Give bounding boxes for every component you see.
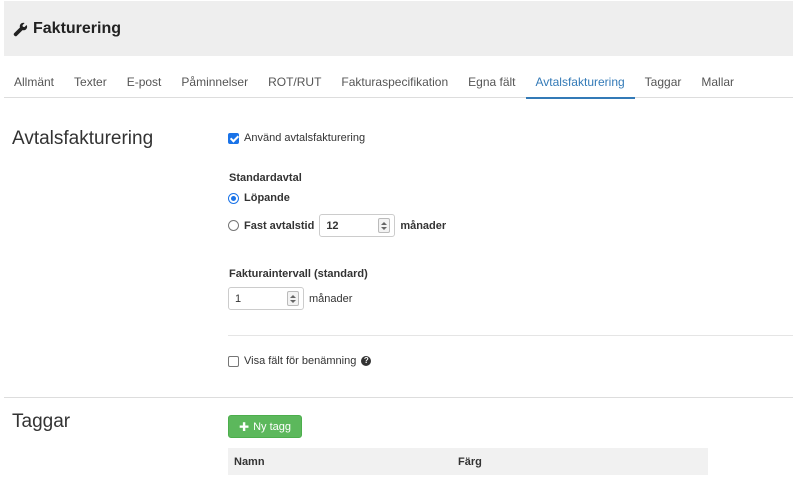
- tab-egna-falt[interactable]: Egna fält: [458, 64, 525, 98]
- new-tag-button-label: Ny tagg: [253, 420, 291, 433]
- fast-avtalstid-label: Fast avtalstid: [244, 219, 315, 232]
- page-header: Fakturering: [4, 1, 793, 56]
- use-avtal-row[interactable]: Använd avtalsfakturering: [228, 132, 365, 144]
- fakturaintervall-label: Fakturaintervall (standard): [229, 268, 368, 280]
- tab-paminnelser[interactable]: Påminnelser: [171, 64, 258, 98]
- fast-avtalstid-input[interactable]: 12: [319, 214, 396, 237]
- section-divider: [4, 397, 793, 398]
- plus-icon: ✚: [239, 419, 250, 434]
- tab-fakturaspecifikation[interactable]: Fakturaspecifikation: [331, 64, 458, 98]
- column-header-namn: Namn: [234, 455, 265, 468]
- lopande-row[interactable]: Löpande: [228, 192, 290, 204]
- lopande-radio[interactable]: [228, 192, 239, 204]
- stepper-icon[interactable]: [287, 291, 299, 306]
- fast-avtalstid-unit: månader: [400, 219, 447, 232]
- tab-rot-rut[interactable]: ROT/RUT: [258, 64, 331, 98]
- new-tag-button[interactable]: ✚ Ny tagg: [228, 415, 302, 438]
- fast-avtalstid-row: Fast avtalstid 12 månader: [228, 214, 446, 237]
- tags-table-header: Namn Färg: [228, 448, 708, 475]
- fast-avtalstid-radio[interactable]: [228, 220, 239, 231]
- lopande-label: Löpande: [244, 192, 290, 204]
- use-avtal-label: Använd avtalsfakturering: [244, 132, 366, 144]
- section-title-avtalsfakturering: Avtalsfakturering: [12, 128, 154, 149]
- divider: [228, 335, 793, 336]
- section-title-taggar: Taggar: [12, 411, 71, 432]
- fakturaintervall-input[interactable]: 1: [228, 287, 304, 310]
- stepper-icon[interactable]: [378, 218, 391, 233]
- page-title: Fakturering: [13, 20, 121, 38]
- fakturaintervall-value: 1: [235, 292, 242, 305]
- visa-falt-checkbox[interactable]: [228, 355, 239, 367]
- tab-allmant[interactable]: Allmänt: [4, 64, 64, 98]
- column-header-farg: Färg: [458, 455, 482, 468]
- visa-falt-row[interactable]: Visa fält för benämning ?: [228, 355, 372, 367]
- use-avtal-checkbox[interactable]: [228, 132, 239, 144]
- fast-avtalstid-value: 12: [326, 219, 339, 232]
- tab-bar: Allmänt Texter E-post Påminnelser ROT/RU…: [4, 64, 793, 99]
- question-icon[interactable]: ?: [361, 356, 372, 366]
- wrench-icon: [13, 22, 28, 36]
- tab-taggar[interactable]: Taggar: [635, 64, 692, 98]
- visa-falt-label: Visa fält för benämning: [244, 355, 357, 367]
- tab-avtalsfakturering[interactable]: Avtalsfakturering: [525, 64, 635, 99]
- fakturaintervall-unit: månader: [309, 292, 353, 305]
- page-title-text: Fakturering: [33, 20, 122, 37]
- fakturaintervall-row: 1 månader: [228, 287, 352, 310]
- tab-texter[interactable]: Texter: [64, 64, 117, 98]
- standardavtal-label: Standardavtal: [229, 172, 302, 184]
- tab-mallar[interactable]: Mallar: [691, 64, 744, 98]
- tab-e-post[interactable]: E-post: [117, 64, 172, 98]
